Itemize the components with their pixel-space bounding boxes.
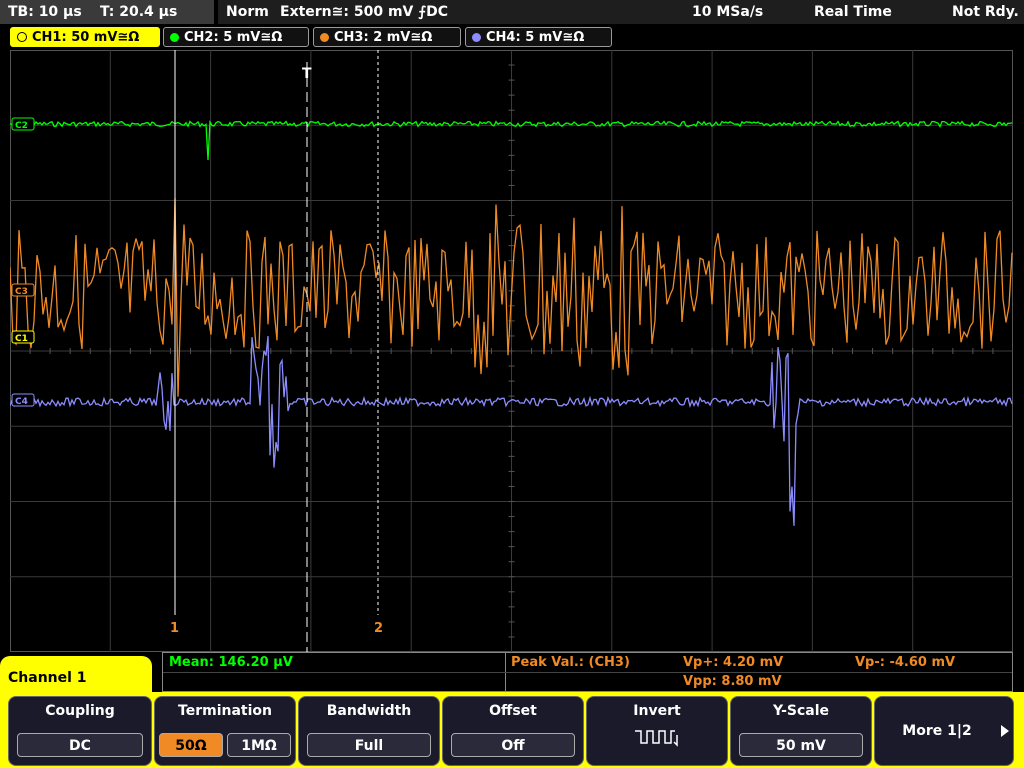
channel-2-label: CH2: 5 mV≅Ω xyxy=(184,30,283,45)
channel-4-level-marker-label: C4 xyxy=(15,397,28,407)
circle-icon xyxy=(472,33,481,42)
acquisition-mode: Real Time xyxy=(814,4,892,20)
bandwidth-softkey[interactable]: Bandwidth Full xyxy=(298,696,440,766)
termination-50-ohm-option[interactable]: 50Ω xyxy=(159,733,223,757)
bandwidth-title: Bandwidth xyxy=(326,703,412,719)
channel-4-label: CH4: 5 mV≅Ω xyxy=(486,30,585,45)
offset-softkey[interactable]: Offset Off xyxy=(442,696,584,766)
ready-status: Not Rdy. xyxy=(952,4,1019,20)
circle-icon xyxy=(320,33,329,42)
vp-plus-measurement: Vp+: 4.20 mV xyxy=(683,655,784,670)
bandwidth-value: Full xyxy=(307,733,431,757)
trigger-mode: Norm xyxy=(226,4,269,20)
channel-1-tab[interactable]: CH1: 50 mV≅Ω xyxy=(10,27,160,47)
invert-title: Invert xyxy=(633,703,681,719)
peak-measurement-label: Peak Val.: (CH3) xyxy=(511,655,630,670)
channel-3-level-marker-label: C3 xyxy=(15,287,28,297)
vpp-measurement: Vpp: 8.80 mV xyxy=(683,674,782,689)
termination-softkey[interactable]: Termination 50Ω 1MΩ xyxy=(154,696,296,766)
waveform-grid: 1 2 T C2 C3 C1 C4 xyxy=(10,50,1013,652)
trigger-panel[interactable]: Norm Extern≅: 500 mV ⨍DC 10 MSa/s Real T… xyxy=(218,0,1024,24)
y-scale-value: 50 mV xyxy=(739,733,863,757)
cursor-2-label: 2 xyxy=(374,621,383,636)
y-scale-title: Y-Scale xyxy=(772,703,829,719)
coupling-softkey[interactable]: Coupling DC xyxy=(8,696,152,766)
channel-3-tab[interactable]: CH3: 2 mV≅Ω xyxy=(313,27,461,47)
offset-value: Off xyxy=(451,733,575,757)
status-bar: TB: 10 µs T: 20.4 µs Norm Extern≅: 500 m… xyxy=(0,0,1024,24)
timebase-readout: TB: 10 µs xyxy=(8,4,82,20)
offset-title: Offset xyxy=(489,703,537,719)
coupling-value: DC xyxy=(17,733,143,757)
termination-title: Termination xyxy=(178,703,272,719)
arrow-right-icon xyxy=(1001,725,1009,737)
channel-1-label: CH1: 50 mV≅Ω xyxy=(32,30,140,45)
trigger-time-readout: T: 20.4 µs xyxy=(100,4,178,20)
channel-3-label: CH3: 2 mV≅Ω xyxy=(334,30,433,45)
coupling-title: Coupling xyxy=(45,703,115,719)
channel-2-level-marker-label: C2 xyxy=(15,121,28,131)
termination-1m-ohm-option[interactable]: 1MΩ xyxy=(227,733,291,757)
measurement-panel: Mean: 146.20 µV Peak Val.: (CH3) Vp+: 4.… xyxy=(162,652,1013,692)
trigger-marker: T xyxy=(302,66,312,82)
sample-rate: 10 MSa/s xyxy=(692,4,764,20)
channel-4-tab[interactable]: CH4: 5 mV≅Ω xyxy=(465,27,612,47)
invert-softkey[interactable]: Invert xyxy=(586,696,728,766)
circle-icon xyxy=(170,33,179,42)
circle-icon xyxy=(17,32,27,42)
trigger-source: Extern≅: 500 mV ⨍DC xyxy=(280,4,449,20)
menu-title: Channel 1 xyxy=(0,656,152,696)
vp-minus-measurement: Vp-: -4.60 mV xyxy=(855,655,956,670)
channel-2-tab[interactable]: CH2: 5 mV≅Ω xyxy=(163,27,309,47)
more-label: More 1|2 xyxy=(902,723,972,739)
more-softkey[interactable]: More 1|2 xyxy=(874,696,1014,766)
y-scale-softkey[interactable]: Y-Scale 50 mV xyxy=(730,696,872,766)
square-wave-icon xyxy=(635,730,678,747)
channel-1-level-marker-label: C1 xyxy=(15,334,28,344)
timebase-panel[interactable]: TB: 10 µs T: 20.4 µs xyxy=(0,0,214,24)
cursor-1-label: 1 xyxy=(170,621,179,636)
mean-measurement: Mean: 146.20 µV xyxy=(169,655,293,670)
